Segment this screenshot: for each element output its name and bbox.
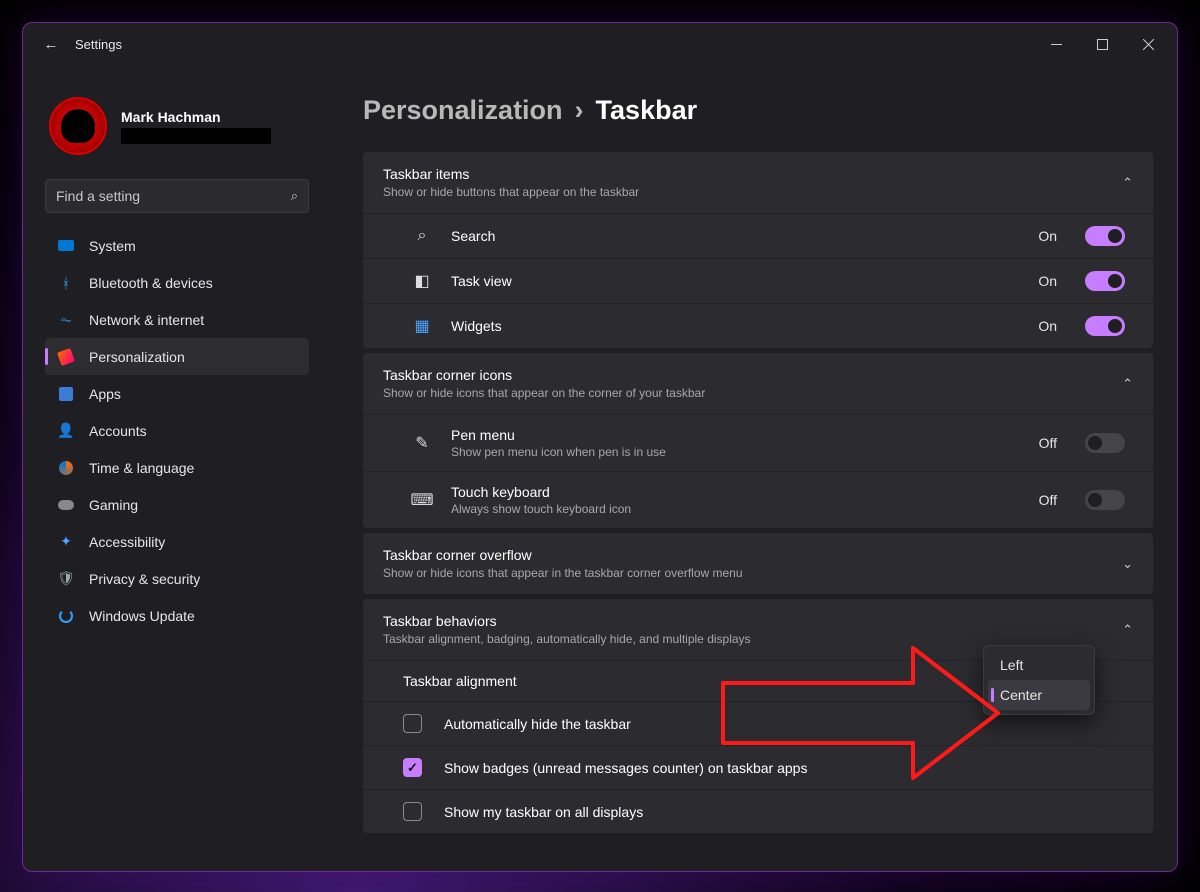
apps-icon xyxy=(57,385,75,403)
update-icon xyxy=(57,607,75,625)
sidebar: Mark Hachman Find a setting ⌕ System ᚼBl… xyxy=(23,65,323,871)
time-icon xyxy=(57,459,75,477)
sidebar-item-accessibility[interactable]: ✦Accessibility xyxy=(45,523,309,560)
taskview-icon: ◧ xyxy=(411,271,433,291)
sidebar-item-update[interactable]: Windows Update xyxy=(45,597,309,634)
section-taskbar-items: Taskbar items Show or hide buttons that … xyxy=(363,152,1153,349)
sidebar-item-personalization[interactable]: Personalization xyxy=(45,338,309,375)
section-behaviors: Taskbar behaviors Taskbar alignment, bad… xyxy=(363,599,1153,834)
row-search: ⌕ Search On xyxy=(363,213,1153,258)
sidebar-item-system[interactable]: System xyxy=(45,227,309,264)
bluetooth-icon: ᚼ xyxy=(57,274,75,292)
chevron-down-icon: ⌄ xyxy=(1122,556,1133,572)
search-row-icon: ⌕ xyxy=(411,227,433,245)
breadcrumb-separator: › xyxy=(575,95,584,126)
chevron-up-icon: ⌃ xyxy=(1122,622,1133,638)
app-title: Settings xyxy=(75,37,122,52)
profile[interactable]: Mark Hachman xyxy=(45,89,309,179)
pen-icon: ✎ xyxy=(411,433,433,453)
checkbox-auto-hide[interactable] xyxy=(403,714,422,733)
row-all-displays: Show my taskbar on all displays xyxy=(363,789,1153,833)
sidebar-item-privacy[interactable]: 🛡Privacy & security xyxy=(45,560,309,597)
section-corner-icons: Taskbar corner icons Show or hide icons … xyxy=(363,353,1153,529)
alignment-option-center[interactable]: Center xyxy=(988,680,1090,710)
minimize-button[interactable] xyxy=(1033,28,1079,60)
toggle-widgets[interactable] xyxy=(1085,316,1125,336)
row-pen-menu: ✎ Pen menu Show pen menu icon when pen i… xyxy=(363,414,1153,471)
settings-window: ← Settings Mark Hachman Find a setting ⌕… xyxy=(22,22,1178,872)
avatar xyxy=(49,97,107,155)
search-placeholder: Find a setting xyxy=(56,188,291,204)
chevron-up-icon: ⌃ xyxy=(1122,376,1133,392)
toggle-pen-menu[interactable] xyxy=(1085,433,1125,453)
section-header-corner-overflow[interactable]: Taskbar corner overflow Show or hide ico… xyxy=(363,533,1153,594)
toggle-search[interactable] xyxy=(1085,226,1125,246)
checkbox-all-displays[interactable] xyxy=(403,802,422,821)
sidebar-item-time[interactable]: Time & language xyxy=(45,449,309,486)
personalization-icon xyxy=(57,348,75,366)
back-button[interactable]: ← xyxy=(37,36,65,53)
keyboard-icon: ⌨ xyxy=(411,490,433,510)
row-touch-keyboard: ⌨ Touch keyboard Always show touch keybo… xyxy=(363,471,1153,528)
row-show-badges: Show badges (unread messages counter) on… xyxy=(363,745,1153,789)
alignment-dropdown[interactable]: Left Center xyxy=(983,645,1095,715)
accessibility-icon: ✦ xyxy=(57,533,75,551)
search-icon: ⌕ xyxy=(291,188,298,204)
section-corner-overflow: Taskbar corner overflow Show or hide ico… xyxy=(363,533,1153,595)
alignment-option-left[interactable]: Left xyxy=(988,650,1090,680)
section-header-corner-icons[interactable]: Taskbar corner icons Show or hide icons … xyxy=(363,353,1153,414)
system-icon xyxy=(57,237,75,255)
chevron-up-icon: ⌃ xyxy=(1122,175,1133,191)
search-input[interactable]: Find a setting ⌕ xyxy=(45,179,309,213)
checkbox-show-badges[interactable] xyxy=(403,758,422,777)
shield-icon: 🛡 xyxy=(57,570,75,588)
toggle-touch-keyboard[interactable] xyxy=(1085,490,1125,510)
widgets-icon: ▦ xyxy=(411,316,433,336)
profile-email-redacted xyxy=(121,128,271,144)
sidebar-item-bluetooth[interactable]: ᚼBluetooth & devices xyxy=(45,264,309,301)
section-header-taskbar-items[interactable]: Taskbar items Show or hide buttons that … xyxy=(363,152,1153,213)
sidebar-item-network[interactable]: ⏦Network & internet xyxy=(45,301,309,338)
titlebar: ← Settings xyxy=(23,23,1177,65)
maximize-button[interactable] xyxy=(1079,28,1125,60)
row-widgets: ▦ Widgets On xyxy=(363,303,1153,348)
breadcrumb: Personalization › Taskbar xyxy=(363,95,1153,126)
row-taskview: ◧ Task view On xyxy=(363,258,1153,303)
sidebar-item-accounts[interactable]: 👤Accounts xyxy=(45,412,309,449)
breadcrumb-current: Taskbar xyxy=(596,95,698,126)
gaming-icon xyxy=(57,496,75,514)
toggle-taskview[interactable] xyxy=(1085,271,1125,291)
sidebar-item-apps[interactable]: Apps xyxy=(45,375,309,412)
main-content: Personalization › Taskbar Taskbar items … xyxy=(323,65,1177,871)
accounts-icon: 👤 xyxy=(57,422,75,440)
close-button[interactable] xyxy=(1125,28,1171,60)
breadcrumb-parent[interactable]: Personalization xyxy=(363,95,563,126)
profile-name: Mark Hachman xyxy=(121,109,271,125)
sidebar-item-gaming[interactable]: Gaming xyxy=(45,486,309,523)
wifi-icon: ⏦ xyxy=(57,311,75,329)
nav: System ᚼBluetooth & devices ⏦Network & i… xyxy=(45,227,309,634)
